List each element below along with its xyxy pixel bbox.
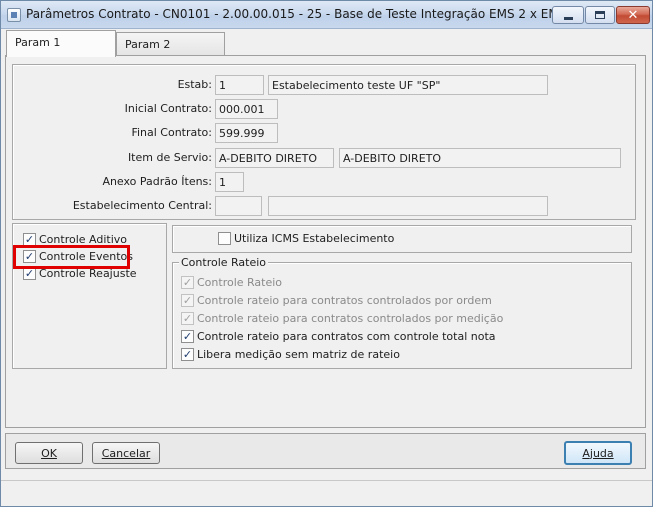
button-bar: OK Cancelar Ajuda	[5, 433, 646, 469]
tab-param-1[interactable]: Param 1	[6, 30, 116, 57]
controle-eventos-label: Controle Eventos	[39, 250, 133, 263]
utiliza-icms-label: Utiliza ICMS Estabelecimento	[234, 232, 395, 245]
controles-group: ✓ Controle Aditivo ✓ Controle Eventos ✓ …	[12, 223, 167, 369]
estab-description-field[interactable]: Estabelecimento teste UF "SP"	[268, 75, 548, 95]
cancel-button[interactable]: Cancelar	[92, 442, 160, 464]
utiliza-icms-checkbox[interactable]: Utiliza ICMS Estabelecimento	[218, 232, 394, 245]
anexo-padrao-label: Anexo Padrão Ítens:	[102, 175, 212, 188]
controle-aditivo-checkbox[interactable]: ✓ Controle Aditivo	[23, 233, 127, 246]
estabelecimento-central-description-field[interactable]	[268, 196, 548, 216]
checkbox-checked-icon: ✓	[181, 276, 194, 289]
rateio-por-ordem-label: Controle rateio para contratos controlad…	[197, 294, 492, 307]
checkbox-checked-icon: ✓	[23, 250, 36, 263]
inicial-contrato-label: Inicial Contrato:	[124, 102, 212, 115]
rateio-por-ordem-checkbox: ✓ Controle rateio para contratos control…	[181, 294, 492, 307]
icms-group: Utiliza ICMS Estabelecimento	[172, 225, 632, 253]
maximize-icon	[595, 11, 605, 19]
dialog-window: Parâmetros Contrato - CN0101 - 2.00.00.0…	[0, 0, 653, 507]
contract-fields-group: Estab: 1 Estabelecimento teste UF "SP" I…	[12, 64, 636, 220]
item-servio-label: Item de Servio:	[127, 151, 212, 164]
status-bar	[1, 480, 652, 506]
controle-reajuste-checkbox[interactable]: ✓ Controle Reajuste	[23, 267, 137, 280]
controle-rateio-legend: Controle Rateio	[179, 256, 269, 269]
item-servio-description-field[interactable]: A-DEBITO DIRETO	[339, 148, 621, 168]
controle-rateio-group: ✓ Controle Rateio ✓ Controle rateio para…	[172, 262, 632, 369]
controle-rateio-checkbox: ✓ Controle Rateio	[181, 276, 282, 289]
window-title: Parâmetros Contrato - CN0101 - 2.00.00.0…	[26, 7, 578, 21]
close-button[interactable]: ✕	[616, 6, 650, 24]
estabelecimento-central-field[interactable]	[215, 196, 262, 216]
checkbox-unchecked-icon	[218, 232, 231, 245]
tab-panel-param-1: Estab: 1 Estabelecimento teste UF "SP" I…	[5, 55, 646, 428]
checkbox-checked-icon: ✓	[181, 348, 194, 361]
item-servio-field[interactable]: A-DEBITO DIRETO	[215, 148, 334, 168]
rateio-por-medicao-label: Controle rateio para contratos controlad…	[197, 312, 504, 325]
estab-label: Estab:	[177, 78, 212, 91]
controle-rateio-option-label: Controle Rateio	[197, 276, 283, 289]
controle-eventos-checkbox[interactable]: ✓ Controle Eventos	[23, 250, 133, 263]
minimize-button[interactable]	[552, 6, 584, 24]
maximize-button[interactable]	[585, 6, 615, 24]
tab-strip: Param 1 Param 2	[1, 29, 652, 57]
anexo-padrao-field[interactable]: 1	[215, 172, 244, 192]
libera-medicao-label: Libera medição sem matriz de rateio	[197, 348, 400, 361]
checkbox-checked-icon: ✓	[23, 233, 36, 246]
final-contrato-field[interactable]: 599.999	[215, 123, 278, 143]
checkbox-checked-icon: ✓	[181, 294, 194, 307]
estab-field[interactable]: 1	[215, 75, 264, 95]
rateio-total-nota-checkbox[interactable]: ✓ Controle rateio para contratos com con…	[181, 330, 496, 343]
checkbox-checked-icon: ✓	[181, 330, 194, 343]
libera-medicao-checkbox[interactable]: ✓ Libera medição sem matriz de rateio	[181, 348, 400, 361]
final-contrato-label: Final Contrato:	[131, 126, 212, 139]
inicial-contrato-field[interactable]: 000.001	[215, 99, 278, 119]
rateio-por-medicao-checkbox: ✓ Controle rateio para contratos control…	[181, 312, 503, 325]
controle-reajuste-label: Controle Reajuste	[39, 267, 137, 280]
close-icon: ✕	[627, 7, 639, 23]
app-icon	[7, 8, 21, 22]
controle-aditivo-label: Controle Aditivo	[39, 233, 128, 246]
minimize-icon	[563, 16, 573, 20]
title-bar[interactable]: Parâmetros Contrato - CN0101 - 2.00.00.0…	[1, 1, 652, 29]
help-button[interactable]: Ajuda	[564, 441, 632, 465]
checkbox-checked-icon: ✓	[23, 267, 36, 280]
tab-param-2[interactable]: Param 2	[116, 32, 225, 56]
rateio-total-nota-label: Controle rateio para contratos com contr…	[197, 330, 496, 343]
checkbox-checked-icon: ✓	[181, 312, 194, 325]
estabelecimento-central-label: Estabelecimento Central:	[72, 199, 212, 212]
ok-button[interactable]: OK	[15, 442, 83, 464]
